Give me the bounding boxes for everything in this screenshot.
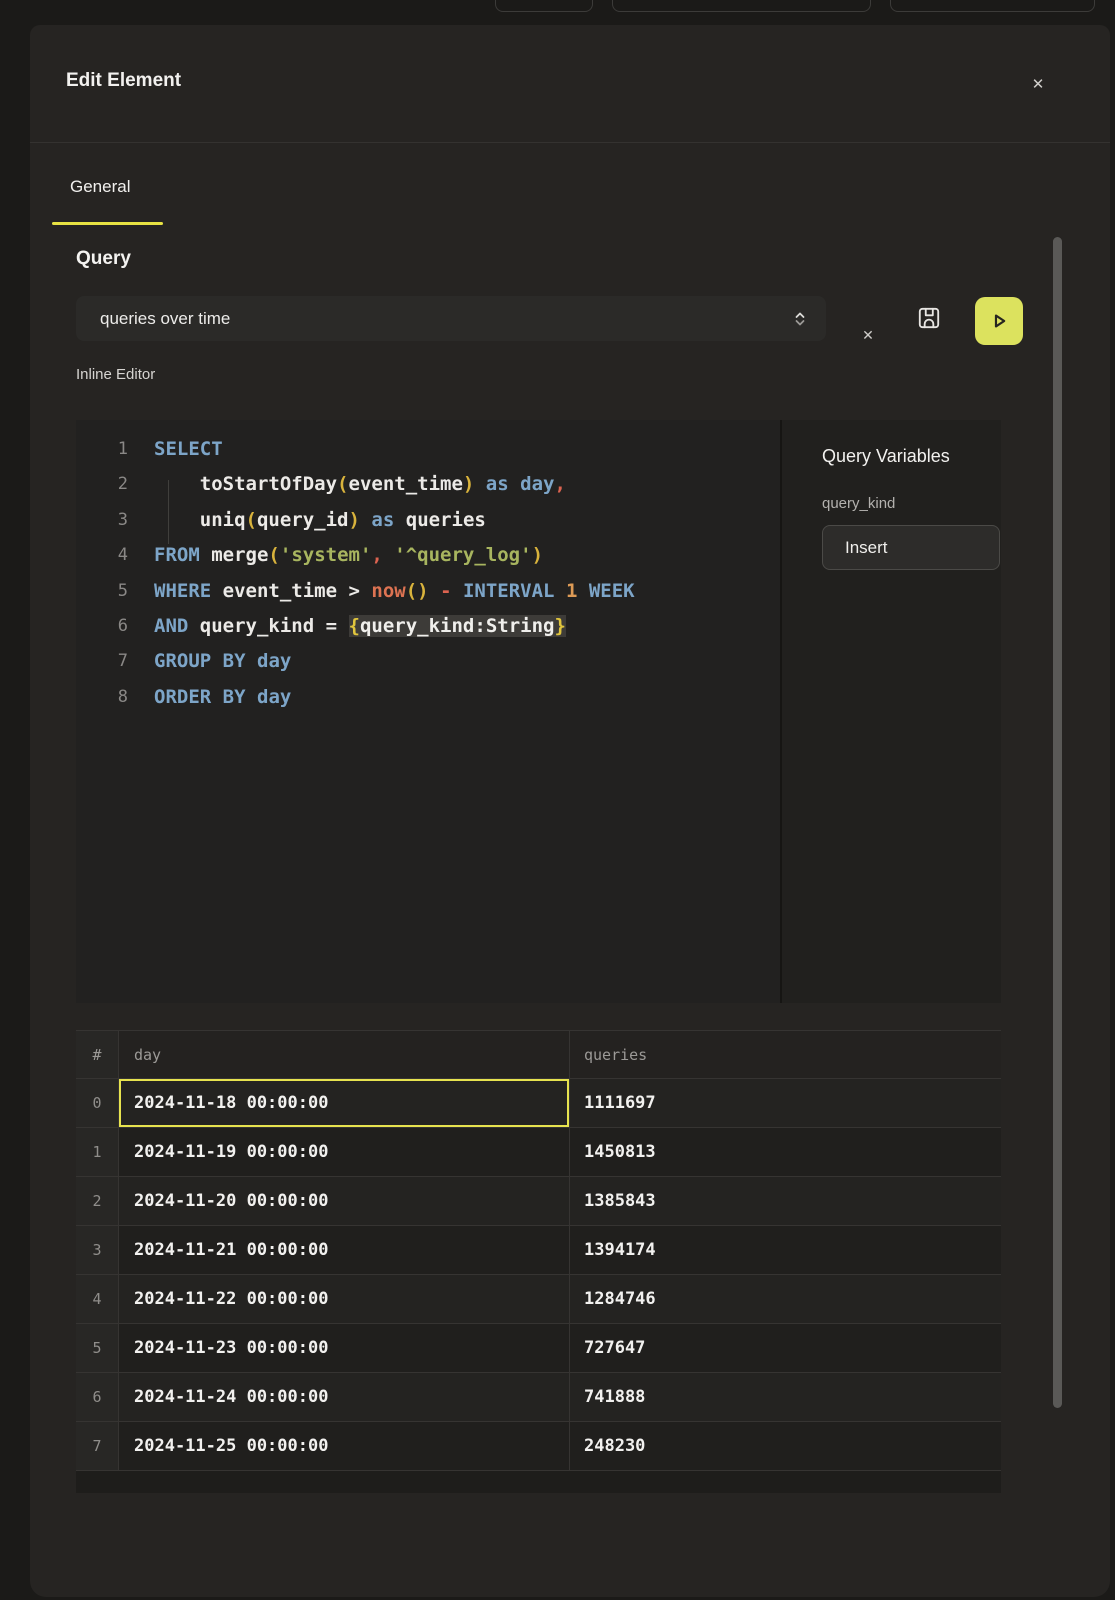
line-number: 6	[76, 609, 128, 644]
insert-variable-button[interactable]: Insert	[822, 525, 1000, 570]
day-cell[interactable]: 2024-11-25 00:00:00	[119, 1422, 570, 1471]
line-number: 4	[76, 538, 128, 573]
day-cell[interactable]: 2024-11-24 00:00:00	[119, 1373, 570, 1422]
indent-guide	[168, 480, 169, 544]
code-line[interactable]: 7 GROUP BY day	[76, 644, 780, 679]
queries-cell[interactable]: 1385843	[570, 1177, 1001, 1226]
code-text: FROM merge('system', '^query_log')	[154, 538, 543, 573]
queries-cell[interactable]: 1450813	[570, 1128, 1001, 1177]
scrollbar-thumb[interactable]	[1053, 237, 1062, 1408]
tab-active-underline	[52, 222, 163, 225]
code-line[interactable]: 5 WHERE event_time > now() - INTERVAL 1 W…	[76, 574, 780, 609]
queries-cell[interactable]: 1284746	[570, 1275, 1001, 1324]
code-text: AND query_kind = {query_kind:String}	[154, 609, 566, 644]
page-title: Edit Element	[66, 70, 181, 92]
close-small-icon: ✕	[862, 327, 874, 344]
row-index-cell[interactable]: 5	[76, 1324, 119, 1373]
toolbar-button-1[interactable]	[495, 0, 593, 12]
code-line[interactable]: 1 SELECT	[76, 432, 780, 467]
line-number: 1	[76, 432, 128, 467]
row-index-cell[interactable]: 2	[76, 1177, 119, 1226]
results-table: # day queries 02024-11-18 00:00:00111169…	[76, 1030, 1001, 1493]
day-cell[interactable]: 2024-11-22 00:00:00	[119, 1275, 570, 1324]
row-index-cell[interactable]: 0	[76, 1079, 119, 1128]
code-line[interactable]: 4 FROM merge('system', '^query_log')	[76, 538, 780, 573]
line-number: 7	[76, 644, 128, 679]
chevron-up-down-icon	[792, 309, 808, 329]
day-cell[interactable]: 2024-11-23 00:00:00	[119, 1324, 570, 1373]
query-select-value: queries over time	[100, 309, 792, 329]
run-query-button[interactable]	[975, 297, 1023, 345]
query-select[interactable]: queries over time	[76, 296, 826, 341]
variable-name: query_kind	[822, 495, 1001, 512]
code-text: SELECT	[154, 432, 223, 467]
queries-cell[interactable]: 248230	[570, 1422, 1001, 1471]
header-divider	[30, 142, 1110, 143]
play-icon	[986, 308, 1012, 334]
code-text: WHERE event_time > now() - INTERVAL 1 WE…	[154, 574, 635, 609]
query-variables-panel: Query Variables query_kind Insert	[780, 420, 1001, 1003]
inline-editor-label: Inline Editor	[76, 366, 155, 383]
day-cell[interactable]: 2024-11-19 00:00:00	[119, 1128, 570, 1177]
row-index-cell[interactable]: 7	[76, 1422, 119, 1471]
line-number: 2	[76, 467, 128, 502]
sql-editor: 1SELECT2 toStartOfDay(event_time) as day…	[76, 420, 1001, 1003]
queries-cell[interactable]: 1394174	[570, 1226, 1001, 1275]
table-footer	[76, 1471, 1001, 1493]
code-lines: 1SELECT2 toStartOfDay(event_time) as day…	[76, 432, 780, 715]
code-line[interactable]: 2 toStartOfDay(event_time) as day,	[76, 467, 780, 502]
code-text: ORDER BY day	[154, 680, 291, 715]
query-variables-heading: Query Variables	[822, 446, 1001, 467]
column-header-queries: queries	[570, 1031, 1001, 1079]
column-header-index: #	[76, 1031, 119, 1079]
query-variables-list: query_kind Insert	[822, 495, 1001, 570]
code-text: GROUP BY day	[154, 644, 291, 679]
code-line[interactable]: 3 uniq(query_id) as queries	[76, 503, 780, 538]
line-number: 5	[76, 574, 128, 609]
code-line[interactable]: 8 ORDER BY day	[76, 680, 780, 715]
queries-cell[interactable]: 1111697	[570, 1079, 1001, 1128]
row-index-cell[interactable]: 1	[76, 1128, 119, 1177]
tab-general[interactable]: General	[70, 177, 130, 197]
code-editor-pane[interactable]: 1SELECT2 toStartOfDay(event_time) as day…	[76, 420, 780, 1003]
day-cell[interactable]: 2024-11-20 00:00:00	[119, 1177, 570, 1226]
toolbar-button-3[interactable]	[890, 0, 1095, 12]
query-section-heading: Query	[76, 248, 131, 270]
code-line[interactable]: 6 AND query_kind = {query_kind:String}	[76, 609, 780, 644]
day-cell[interactable]: 2024-11-18 00:00:00	[119, 1079, 570, 1128]
edit-element-modal: Edit Element ✕ General Query queries ove…	[30, 25, 1110, 1597]
row-index-cell[interactable]: 4	[76, 1275, 119, 1324]
close-icon[interactable]: ✕	[1025, 71, 1051, 97]
row-index-cell[interactable]: 3	[76, 1226, 119, 1275]
queries-cell[interactable]: 727647	[570, 1324, 1001, 1373]
day-cell[interactable]: 2024-11-21 00:00:00	[119, 1226, 570, 1275]
code-text: toStartOfDay(event_time) as day,	[154, 467, 566, 502]
save-icon	[916, 305, 942, 331]
column-header-day: day	[119, 1031, 570, 1079]
clear-query-button[interactable]: ✕	[854, 321, 882, 349]
queries-cell[interactable]: 741888	[570, 1373, 1001, 1422]
row-index-cell[interactable]: 6	[76, 1373, 119, 1422]
line-number: 8	[76, 680, 128, 715]
toolbar-button-2[interactable]	[612, 0, 871, 12]
line-number: 3	[76, 503, 128, 538]
page: Edit Element ✕ General Query queries ove…	[0, 0, 1115, 1600]
code-text: uniq(query_id) as queries	[154, 503, 486, 538]
save-query-button[interactable]	[914, 303, 944, 333]
